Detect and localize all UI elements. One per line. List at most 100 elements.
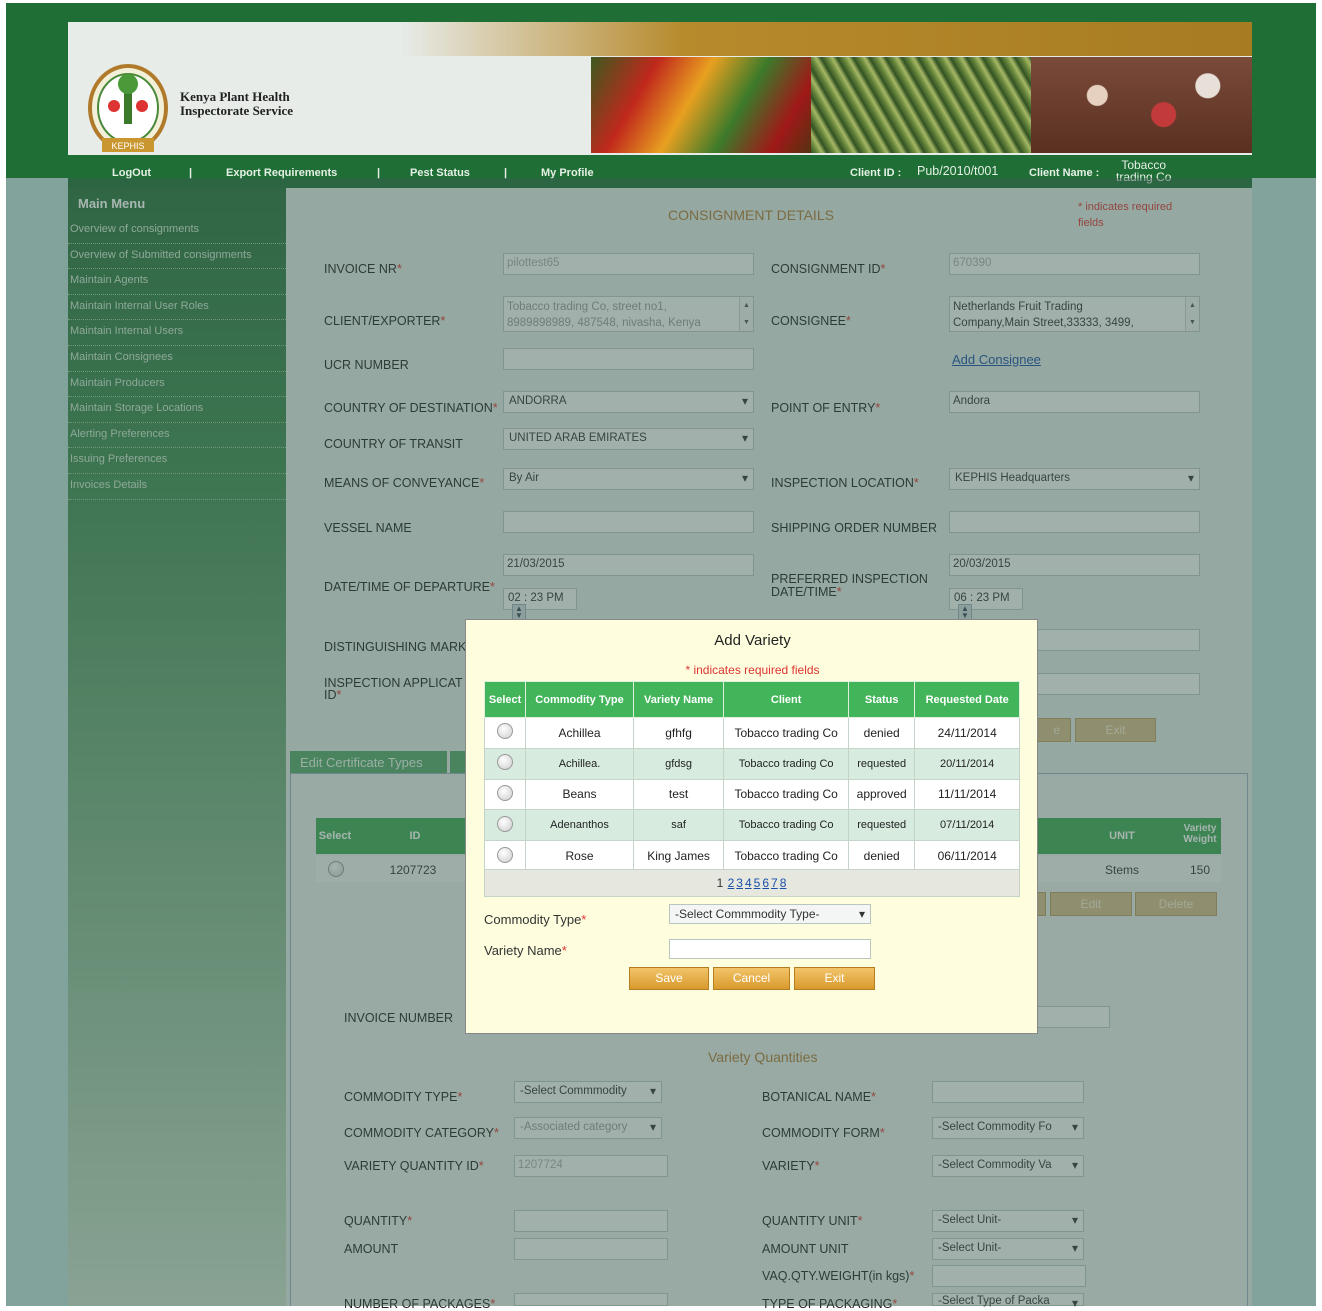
sidebar-item-invoices-details[interactable]: Invoices Details <box>68 474 286 500</box>
edit-button[interactable]: Edit <box>1050 892 1132 916</box>
quantity-unit-select[interactable]: -Select Unit- <box>932 1210 1084 1232</box>
table-row[interactable]: Achillea. gfdsg Tobacco trading Co reque… <box>483 747 1020 780</box>
commodity-category-select[interactable]: -Associated category <box>514 1117 662 1139</box>
pest-status-link[interactable]: Pest Status <box>410 167 470 179</box>
radio-icon[interactable] <box>497 754 514 771</box>
row-select-radio[interactable] <box>483 778 527 811</box>
amount-label: AMOUNT <box>344 1242 399 1256</box>
consignee-textarea[interactable]: Netherlands Fruit Trading Company,Main S… <box>949 296 1200 332</box>
add-consignee-link[interactable]: Add Consignee <box>952 352 1041 367</box>
commodity-form-select[interactable]: -Select Commodity Fo <box>932 1117 1084 1139</box>
sidebar-item-overview-consignments[interactable]: Overview of consignments <box>68 218 286 244</box>
number-packages-field[interactable] <box>514 1293 668 1306</box>
add-variety-dialog: Add Variety * indicates required fields … <box>465 619 1038 1034</box>
departure-time-picker[interactable]: 02 : 23 PM▲ ▼ <box>503 588 577 620</box>
row-select-radio[interactable] <box>483 809 527 842</box>
means-conveyance-select[interactable]: By Air <box>503 468 754 490</box>
country-destination-label: COUNTRY OF DESTINATION* <box>324 401 498 415</box>
required-star: * <box>396 262 402 276</box>
consignment-id-field[interactable]: 670390 <box>949 253 1200 275</box>
country-destination-select[interactable]: ANDORRA <box>503 391 754 413</box>
preferred-inspection-time-picker[interactable]: 06 : 23 PM▲ ▼ <box>949 588 1023 620</box>
dialog-commodity-type-select[interactable]: -Select Commmodity Type- <box>669 904 871 924</box>
amount-field[interactable] <box>514 1238 668 1260</box>
sidebar-item-agents[interactable]: Maintain Agents <box>68 269 286 295</box>
radio-icon[interactable] <box>497 846 514 863</box>
radio-icon[interactable] <box>497 815 514 832</box>
page-link-8[interactable]: 8 <box>780 876 787 890</box>
amount-unit-select[interactable]: -Select Unit- <box>932 1238 1084 1260</box>
table-row[interactable]: Rose King James Tobacco trading Co denie… <box>483 840 1020 872</box>
page-link-2[interactable]: 2 <box>728 876 735 890</box>
exit-button[interactable]: Exit <box>1075 718 1156 742</box>
departure-date-field[interactable]: 21/03/2015 <box>503 554 754 576</box>
point-of-entry-field[interactable]: Andora <box>949 391 1200 413</box>
row-variety-weight: 150 <box>1189 863 1211 877</box>
table-row[interactable]: Achillea gfhfg Tobacco trading Co denied… <box>483 717 1020 749</box>
col-requested-date: Requested Date <box>914 681 1020 718</box>
type-packaging-select[interactable]: -Select Type of Packa <box>932 1293 1084 1310</box>
vessel-name-field[interactable] <box>503 511 754 533</box>
cell-status: denied <box>847 840 916 872</box>
table-row[interactable]: Adenanthos saf Tobacco trading Co reques… <box>483 809 1020 842</box>
logout-link[interactable]: LogOut <box>112 167 151 179</box>
required-star: * <box>909 1269 915 1283</box>
sidebar-item-consignees[interactable]: Maintain Consignees <box>68 346 286 372</box>
sidebar-item-producers[interactable]: Maintain Producers <box>68 372 286 398</box>
required-star: * <box>880 262 886 276</box>
row-select-radio[interactable] <box>483 717 527 749</box>
col-client: Client <box>723 681 849 718</box>
dialog-exit-button[interactable]: Exit <box>794 967 875 990</box>
botanical-name-label: BOTANICAL NAME* <box>762 1090 876 1104</box>
page-link-3[interactable]: 3 <box>736 876 743 890</box>
row-select-radio[interactable] <box>328 861 344 880</box>
dialog-variety-name-field[interactable] <box>669 939 871 959</box>
country-transit-select[interactable]: UNITED ARAB EMIRATES <box>503 428 754 450</box>
radio-icon[interactable] <box>497 723 514 740</box>
sidebar-item-overview-submitted[interactable]: Overview of Submitted consignments <box>68 244 286 270</box>
textarea-scrollbar[interactable]: ▲ ▼ <box>739 297 753 331</box>
ucr-number-field[interactable] <box>503 348 754 370</box>
row-select-radio[interactable] <box>483 747 527 780</box>
page-link-5[interactable]: 5 <box>754 876 761 890</box>
col-status: Status <box>847 681 916 718</box>
delete-button[interactable]: Delete <box>1135 892 1217 916</box>
shipping-order-field[interactable] <box>949 511 1200 533</box>
time-spinner-icon[interactable]: ▲ ▼ <box>512 604 526 620</box>
table-row[interactable]: Beans test Tobacco trading Co approved 1… <box>483 778 1020 811</box>
preferred-inspection-date-field[interactable]: 20/03/2015 <box>949 554 1200 576</box>
dialog-cancel-button[interactable]: Cancel <box>713 967 790 990</box>
col-id: ID <box>409 830 421 842</box>
variety-quantity-id-field[interactable]: 1207724 <box>514 1155 668 1177</box>
col-variety-weight-line2: Weight <box>1183 834 1217 845</box>
vaq-weight-field[interactable] <box>932 1265 1086 1287</box>
nav-separator: | <box>189 167 193 179</box>
commodity-type-label: COMMODITY TYPE* <box>344 1090 462 1104</box>
page-link-6[interactable]: 6 <box>762 876 769 890</box>
textarea-scrollbar[interactable]: ▲ ▼ <box>1185 297 1199 331</box>
invoice-nr-field[interactable]: pilottest65 <box>503 253 754 275</box>
radio-icon[interactable] <box>328 861 344 877</box>
client-exporter-textarea[interactable]: Tobacco trading Co, street no1, 89898989… <box>503 296 754 332</box>
time-spinner-icon[interactable]: ▲ ▼ <box>958 604 972 620</box>
botanical-name-field[interactable] <box>932 1081 1084 1103</box>
invoice-number-field[interactable] <box>1036 1006 1110 1028</box>
inspection-location-select[interactable]: KEPHIS Headquarters <box>949 468 1200 490</box>
variety-select[interactable]: -Select Commodity Va <box>932 1155 1084 1177</box>
quantity-field[interactable] <box>514 1210 668 1232</box>
my-profile-link[interactable]: My Profile <box>541 167 594 179</box>
sidebar-item-issuing-preferences[interactable]: Issuing Preferences <box>68 448 286 474</box>
amount-unit-label: AMOUNT UNIT <box>762 1242 849 1256</box>
page-link-7[interactable]: 7 <box>771 876 778 890</box>
commodity-type-select[interactable]: -Select Commmodity <box>514 1081 662 1103</box>
sidebar-item-internal-users[interactable]: Maintain Internal Users <box>68 320 286 346</box>
page-link-4[interactable]: 4 <box>745 876 752 890</box>
row-select-radio[interactable] <box>483 840 527 872</box>
export-requirements-link[interactable]: Export Requirements <box>226 167 337 179</box>
sidebar-item-internal-user-roles[interactable]: Maintain Internal User Roles <box>68 295 286 321</box>
sidebar-item-alerting-preferences[interactable]: Alerting Preferences <box>68 423 286 449</box>
tab-edit-certificate-types[interactable]: Edit Certificate Types <box>290 751 447 775</box>
sidebar-item-storage-locations[interactable]: Maintain Storage Locations <box>68 397 286 423</box>
radio-icon[interactable] <box>497 784 514 801</box>
dialog-save-button[interactable]: Save <box>629 967 709 990</box>
